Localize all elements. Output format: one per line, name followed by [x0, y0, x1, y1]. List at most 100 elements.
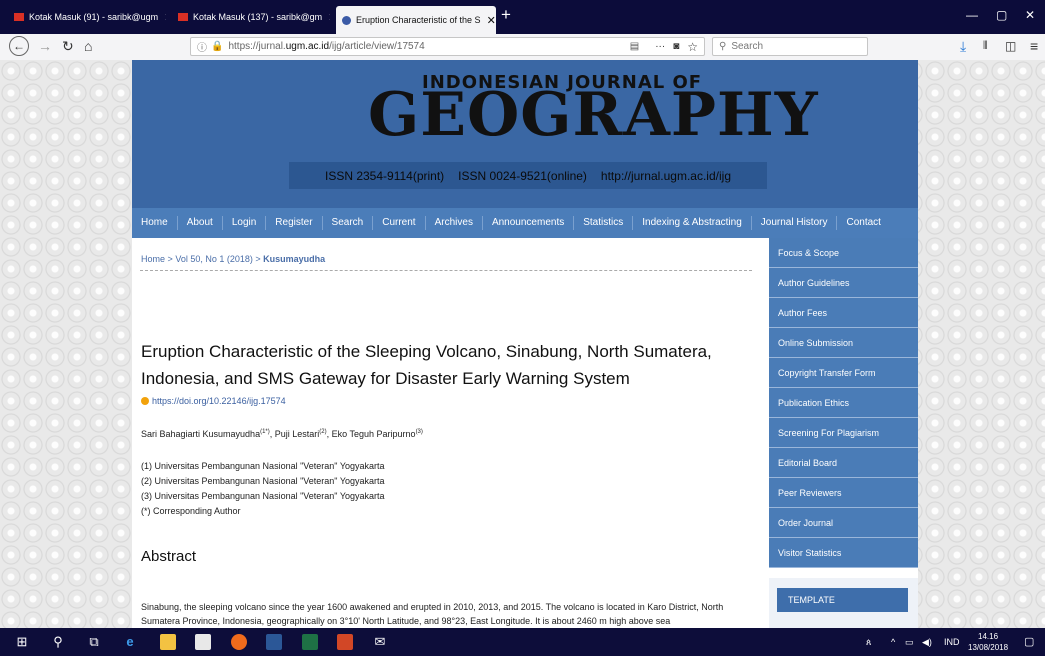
journal-url: http://jurnal.ugm.ac.id/ijg [600, 168, 731, 183]
pocket-icon[interactable]: ◙ [673, 41, 679, 52]
author-affiliation-mark: (1*) [260, 429, 270, 435]
close-tab-icon[interactable]: ✕ [158, 11, 166, 24]
url-prefix: https://jurnal. [228, 41, 286, 52]
lock-icon: 🔒 [211, 41, 224, 52]
home-icon[interactable]: ⌂ [84, 38, 92, 54]
tab-label: Eruption Characteristic of the S [356, 15, 481, 25]
library-icon[interactable]: ⫴ [983, 40, 988, 53]
excel-icon[interactable] [302, 634, 318, 650]
affiliation-item: (2) Universitas Pembangunan Nasional "Ve… [141, 476, 385, 486]
breadcrumb-home[interactable]: Home [141, 254, 165, 264]
close-tab-icon[interactable]: ✕ [322, 11, 330, 24]
mail-icon[interactable]: ✉ [372, 634, 388, 650]
breadcrumb-issue[interactable]: Vol 50, No 1 (2018) [175, 254, 253, 264]
volume-icon[interactable]: ◀) [922, 637, 932, 648]
issn-print: ISSN 2354-9114(print) [324, 168, 445, 183]
sidebar-item-focus-scope[interactable]: Focus & Scope [769, 238, 918, 268]
edge-icon[interactable]: e [122, 634, 138, 650]
input-language[interactable]: IND [944, 637, 960, 647]
close-window-button[interactable]: ✕ [1025, 8, 1035, 22]
journal-logo-main[interactable]: GEOGRAPHY [368, 80, 819, 150]
firefox-icon[interactable] [231, 634, 247, 650]
menu-item-archives[interactable]: Archives [426, 216, 483, 230]
close-tab-icon[interactable]: ✕ [481, 14, 496, 27]
template-header[interactable]: TEMPLATE [777, 588, 908, 612]
issn-bar: ISSN 2354-9114(print) ISSN 0024-9521(onl… [289, 162, 767, 189]
article-content: Home > Vol 50, No 1 (2018) > Kusumayudha… [132, 238, 768, 628]
breadcrumb-current[interactable]: Kusumayudha [263, 254, 325, 264]
menu-item-login[interactable]: Login [223, 216, 267, 230]
doi-icon [141, 397, 149, 405]
sidebar-item-author-fees[interactable]: Author Fees [769, 298, 918, 328]
browser-tab[interactable]: Kotak Masuk (91) - saribk@ugm ✕ [8, 7, 166, 27]
bookmark-star-icon[interactable]: ☆ [687, 40, 698, 54]
notifications-icon[interactable]: ▢ [1024, 635, 1034, 648]
journal-site: INDONESIAN JOURNAL OF GEOGRAPHY ISSN 235… [132, 60, 918, 628]
sidebar-item-copyright-form[interactable]: Copyright Transfer Form [769, 358, 918, 388]
menu-icon[interactable]: ≡ [1030, 38, 1038, 54]
author-name: Puji Lestari [274, 429, 320, 439]
search-input[interactable]: ⚲ Search [712, 37, 868, 56]
url-bar[interactable]: ⓘ 🔒 https://jurnal. ugm.ac.id /ijg/artic… [190, 37, 705, 56]
sidebar-item-visitor-statistics[interactable]: Visitor Statistics [769, 538, 918, 568]
minimize-button[interactable]: — [966, 8, 978, 22]
reload-icon[interactable]: ↻ [62, 38, 74, 55]
browser-tab-active[interactable]: Eruption Characteristic of the S ✕ [336, 6, 496, 34]
menu-item-indexing[interactable]: Indexing & Abstracting [633, 216, 752, 230]
new-tab-button[interactable]: + [501, 5, 511, 25]
download-icon[interactable]: ⤓ [960, 38, 966, 55]
powerpoint-icon[interactable] [337, 634, 353, 650]
breadcrumb-divider [140, 270, 752, 271]
menu-item-current[interactable]: Current [373, 216, 426, 230]
system-clock[interactable]: 14.16 13/08/2018 [968, 631, 1008, 653]
people-icon[interactable]: ጰ [866, 637, 871, 648]
page-actions-icon[interactable]: ··· [655, 41, 665, 52]
back-arrow-icon[interactable]: ← [9, 36, 29, 56]
menu-item-announcements[interactable]: Announcements [483, 216, 575, 230]
task-view-icon[interactable]: ⧉ [86, 634, 102, 650]
store-icon[interactable] [195, 634, 211, 650]
menu-item-register[interactable]: Register [266, 216, 323, 230]
browser-nav-bar: ← → ↻ ⌂ ⓘ 🔒 https://jurnal. ugm.ac.id /i… [0, 34, 1045, 61]
corresponding-author-note: (*) Corresponding Author [141, 506, 241, 516]
windows-start-icon[interactable]: ⊞ [14, 634, 30, 650]
file-explorer-icon[interactable] [160, 634, 176, 650]
reader-view-icon[interactable]: ▤ [630, 41, 639, 52]
sidebar-item-publication-ethics[interactable]: Publication Ethics [769, 388, 918, 418]
menu-item-search[interactable]: Search [323, 216, 374, 230]
main-menu: Home About Login Register Search Current… [132, 208, 918, 238]
tray-chevron-icon[interactable]: ^ [891, 637, 895, 647]
tab-label: Kotak Masuk (91) - saribk@ugm [29, 12, 159, 22]
doi-text[interactable]: https://doi.org/10.22146/ijg.17574 [152, 396, 286, 406]
author-list: Sari Bahagiarti Kusumayudha(1*), Puji Le… [141, 429, 423, 439]
sidebar-item-peer-reviewers[interactable]: Peer Reviewers [769, 478, 918, 508]
browser-tab[interactable]: Kotak Masuk (137) - saribk@gm ✕ [172, 7, 330, 27]
menu-item-journal-history[interactable]: Journal History [752, 216, 838, 230]
abstract-heading: Abstract [141, 548, 197, 565]
menu-item-home[interactable]: Home [132, 216, 178, 230]
search-icon[interactable]: ⚲ [50, 634, 66, 650]
author-name: Sari Bahagiarti Kusumayudha [141, 429, 261, 439]
menu-item-contact[interactable]: Contact [837, 216, 889, 230]
forward-arrow-icon[interactable]: → [38, 38, 52, 54]
menu-item-about[interactable]: About [178, 216, 223, 230]
sidebar-item-editorial-board[interactable]: Editorial Board [769, 448, 918, 478]
sidebar-item-online-submission[interactable]: Online Submission [769, 328, 918, 358]
maximize-button[interactable]: ▢ [996, 8, 1007, 22]
sidebar-toggle-icon[interactable]: ◫ [1005, 39, 1016, 53]
sidebar-item-plagiarism[interactable]: Screening For Plagiarism [769, 418, 918, 448]
sidebar-item-author-guidelines[interactable]: Author Guidelines [769, 268, 918, 298]
doi-link[interactable]: https://doi.org/10.22146/ijg.17574 [141, 396, 286, 406]
affiliation-item: (3) Universitas Pembangunan Nasional "Ve… [141, 491, 385, 501]
journal-favicon-icon [342, 15, 351, 25]
breadcrumb-separator: > [167, 254, 173, 264]
breadcrumb: Home > Vol 50, No 1 (2018) > Kusumayudha [141, 254, 325, 264]
word-icon[interactable] [266, 634, 282, 650]
info-icon[interactable]: ⓘ [197, 39, 207, 54]
url-path: /ijg/article/view/17574 [329, 41, 425, 52]
sidebar-item-order-journal[interactable]: Order Journal [769, 508, 918, 538]
browser-tab-bar: Kotak Masuk (91) - saribk@ugm ✕ Kotak Ma… [0, 0, 1045, 34]
network-icon[interactable]: ▭ [905, 637, 914, 648]
menu-item-statistics[interactable]: Statistics [574, 216, 634, 230]
clock-time: 14.16 [978, 632, 999, 641]
